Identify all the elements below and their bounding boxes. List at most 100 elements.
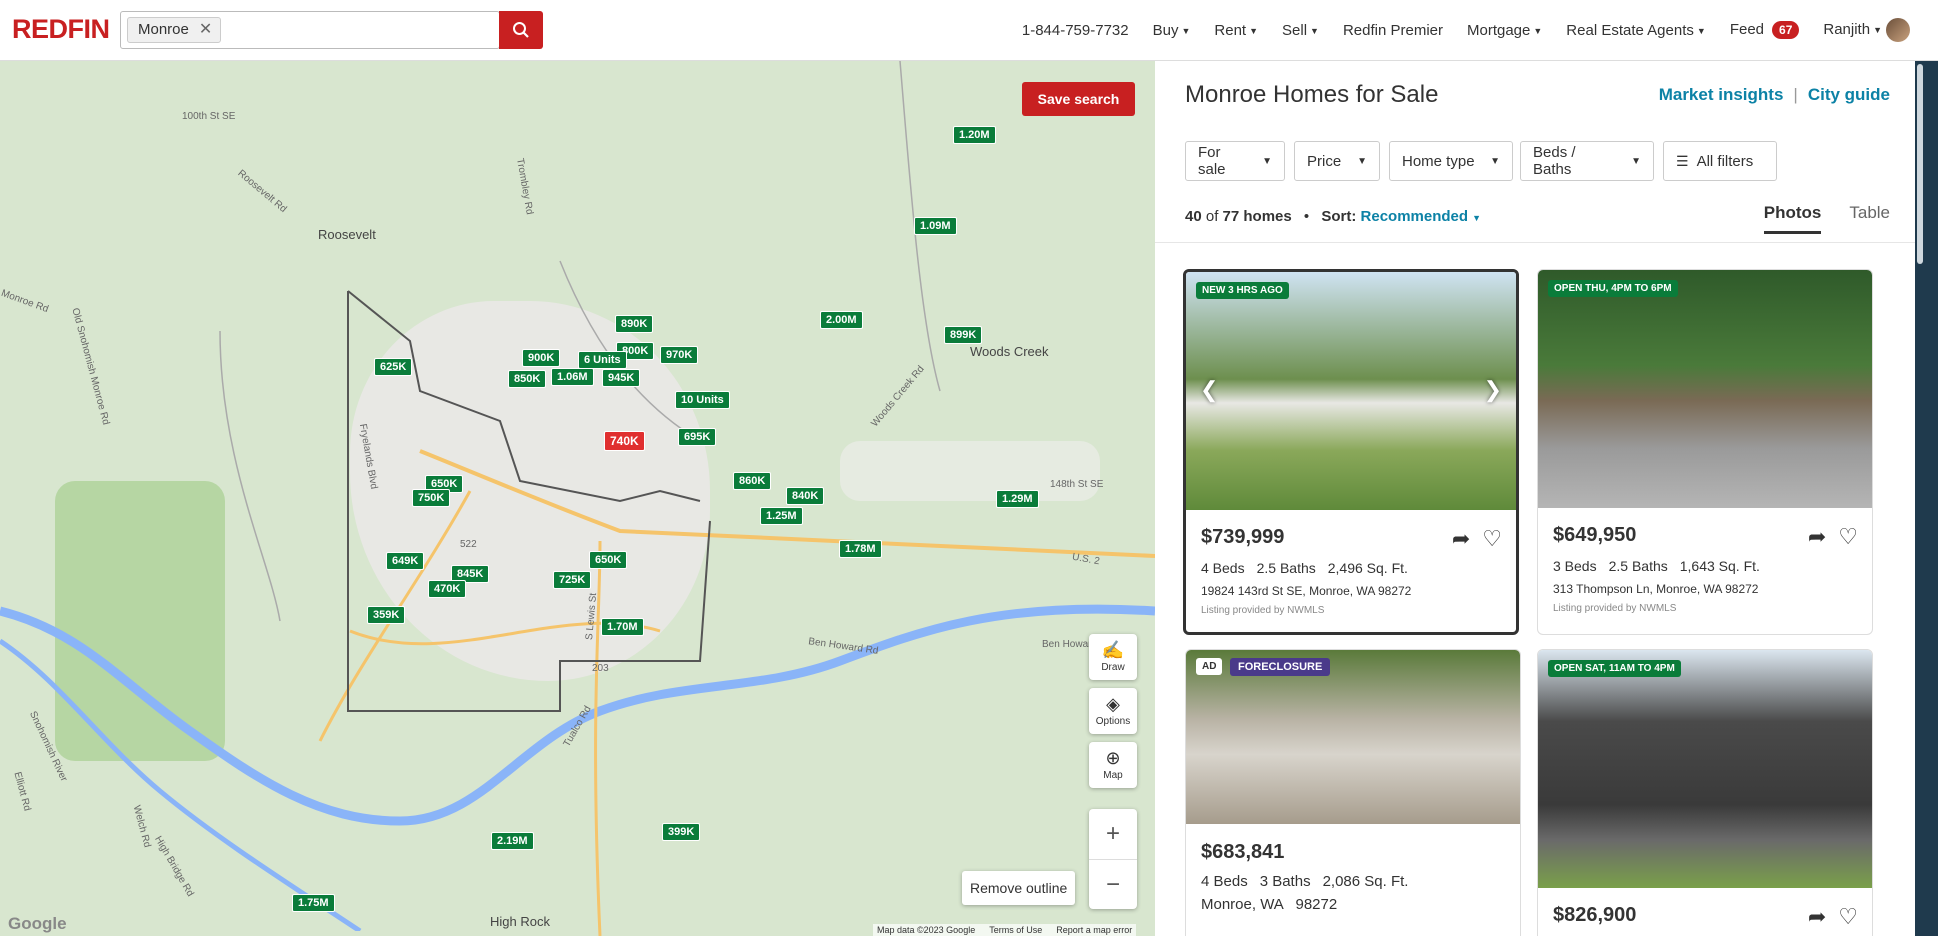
price-pin[interactable]: 725K	[553, 571, 592, 589]
chevron-down-icon: ▼	[1490, 155, 1500, 167]
remove-outline-button[interactable]: Remove outline	[962, 871, 1076, 905]
price-pin[interactable]: 1.78M	[839, 540, 882, 558]
price-pin[interactable]: 945K	[602, 369, 641, 387]
heart-icon[interactable]: ♡	[1838, 904, 1858, 930]
nav-user-menu[interactable]: Ranjith ▼	[1823, 18, 1910, 42]
listing-card[interactable]: NEW 3 HRS AGO ❮ ❯ $739,999 ➦ ♡ 4 Beds 2.…	[1183, 269, 1519, 635]
heart-icon[interactable]: ♡	[1838, 524, 1858, 550]
listing-card[interactable]: OPEN THU, 4PM TO 6PM $649,950 ➦ ♡ 3 Beds…	[1537, 269, 1873, 635]
filter-label: All filters	[1696, 152, 1754, 170]
price-pin[interactable]: 470K	[428, 580, 467, 598]
nav-agents[interactable]: Real Estate Agents ▼	[1566, 22, 1706, 39]
results-count: 40 of 77 homes • Sort: Recommended ▼	[1185, 208, 1481, 225]
listing-card[interactable]: OPEN SAT, 11AM TO 4PM $826,900 ➦ ♡	[1537, 649, 1873, 936]
listing-sqft: 2,496 Sq. Ft.	[1327, 560, 1408, 576]
zoom-out-button[interactable]: −	[1089, 860, 1137, 910]
nav-feed[interactable]: Feed 67	[1730, 21, 1800, 39]
terms-link[interactable]: Terms of Use	[989, 925, 1042, 935]
listing-photo[interactable]: AD FORECLOSURE	[1186, 650, 1520, 824]
price-pin[interactable]: 750K	[412, 489, 451, 507]
save-search-button[interactable]: Save search	[1022, 82, 1135, 116]
map-label-route: 203	[592, 663, 609, 674]
count-dot: •	[1303, 208, 1310, 225]
price-pin[interactable]: 890K	[615, 315, 654, 333]
filter-all[interactable]: ☰ All filters	[1663, 141, 1777, 181]
price-pin[interactable]: 695K	[678, 428, 717, 446]
price-pin-selected[interactable]: 740K	[604, 431, 645, 451]
price-pin[interactable]: 899K	[944, 326, 983, 344]
nav-rent[interactable]: Rent ▼	[1214, 22, 1258, 39]
nav-redfin-premier[interactable]: Redfin Premier	[1343, 22, 1443, 39]
share-icon[interactable]: ➦	[1452, 526, 1470, 552]
nav-mortgage[interactable]: Mortgage ▼	[1467, 22, 1542, 39]
hand-draw-icon: ✍	[1101, 640, 1125, 660]
options-button[interactable]: ◈ Options	[1089, 688, 1137, 734]
price-pin[interactable]: 6 Units	[578, 351, 627, 369]
chevron-left-icon[interactable]: ❮	[1200, 377, 1218, 403]
scrollbar-thumb[interactable]	[1917, 64, 1923, 264]
listing-card[interactable]: AD FORECLOSURE $683,841 4 Beds 3 Baths 2…	[1185, 649, 1521, 936]
filter-label: Price	[1307, 152, 1342, 170]
report-error-link[interactable]: Report a map error	[1056, 925, 1132, 935]
price-pin[interactable]: 1.20M	[953, 126, 996, 144]
filter-price[interactable]: Price ▼	[1294, 141, 1380, 181]
share-icon[interactable]: ➦	[1808, 524, 1826, 550]
feed-count-badge: 67	[1772, 21, 1800, 39]
chevron-down-icon: ▼	[1310, 25, 1319, 36]
nav-buy[interactable]: Buy ▼	[1153, 22, 1191, 39]
listing-photo[interactable]: OPEN SAT, 11AM TO 4PM	[1538, 650, 1872, 888]
price-pin[interactable]: 649K	[386, 552, 425, 570]
listing-source: Listing provided by NWMLS	[1553, 603, 1677, 614]
price-pin[interactable]: 2.19M	[491, 832, 534, 850]
price-pin[interactable]: 10 Units	[675, 391, 730, 409]
city-guide-link[interactable]: City guide	[1808, 85, 1890, 105]
market-insights-link[interactable]: Market insights	[1659, 85, 1784, 105]
heart-icon[interactable]: ♡	[1482, 526, 1502, 552]
chevron-right-icon[interactable]: ❯	[1484, 377, 1502, 403]
draw-button[interactable]: ✍ Draw	[1089, 634, 1137, 680]
tab-table[interactable]: Table	[1849, 203, 1890, 234]
map-type-button[interactable]: ⊕ Map	[1089, 742, 1137, 788]
sliders-icon: ☰	[1676, 152, 1689, 169]
map-area[interactable]: Roosevelt Woods Creek High Rock 100th St…	[0, 61, 1155, 936]
filter-home-type[interactable]: Home type ▼	[1389, 141, 1513, 181]
price-pin[interactable]: 1.75M	[292, 894, 335, 912]
price-pin[interactable]: 840K	[786, 487, 825, 505]
listing-price: $649,950	[1553, 524, 1637, 546]
insights-links: Market insights | City guide	[1659, 85, 1890, 105]
price-pin[interactable]: 1.70M	[601, 618, 644, 636]
price-pin[interactable]: 860K	[733, 472, 772, 490]
tab-photos[interactable]: Photos	[1763, 203, 1822, 234]
search-button[interactable]	[499, 11, 543, 49]
price-pin[interactable]: 1.09M	[914, 217, 957, 235]
nav-sell[interactable]: Sell ▼	[1282, 22, 1319, 39]
link-separator: |	[1793, 85, 1798, 104]
listing-sqft: 1,643 Sq. Ft.	[1679, 558, 1760, 574]
price-pin[interactable]: 900K	[522, 349, 561, 367]
price-pin[interactable]: 850K	[508, 370, 547, 388]
zoom-in-button[interactable]: +	[1089, 809, 1137, 860]
nav-agents-label: Real Estate Agents	[1566, 21, 1694, 39]
share-icon[interactable]: ➦	[1808, 904, 1826, 930]
price-pin[interactable]: 2.00M	[820, 311, 863, 329]
phone-link[interactable]: 1-844-759-7732	[1022, 22, 1129, 39]
price-pin[interactable]: 1.29M	[996, 490, 1039, 508]
listing-photo[interactable]: NEW 3 HRS AGO ❮ ❯	[1186, 272, 1516, 510]
price-pin[interactable]: 625K	[374, 358, 413, 376]
filter-beds-baths[interactable]: Beds / Baths ▼	[1520, 141, 1654, 181]
price-pin[interactable]: 970K	[660, 346, 699, 364]
search-input[interactable]: Monroe ✕	[120, 11, 500, 49]
filter-for-sale[interactable]: For sale ▼	[1185, 141, 1285, 181]
map-footer: Map data ©2023 Google Terms of Use Repor…	[873, 924, 1137, 936]
sort-dropdown[interactable]: Recommended ▼	[1361, 208, 1481, 225]
chip-remove-icon[interactable]: ✕	[199, 17, 212, 43]
price-pin[interactable]: 650K	[589, 551, 628, 569]
nav-mortgage-label: Mortgage	[1467, 21, 1531, 39]
price-pin[interactable]: 1.25M	[760, 507, 803, 525]
card-actions: ➦ ♡	[1808, 524, 1858, 550]
redfin-logo[interactable]: REDFIN	[12, 14, 110, 45]
price-pin[interactable]: 1.06M	[551, 368, 594, 386]
price-pin[interactable]: 399K	[662, 823, 701, 841]
listing-photo[interactable]: OPEN THU, 4PM TO 6PM	[1538, 270, 1872, 508]
price-pin[interactable]: 359K	[367, 606, 406, 624]
